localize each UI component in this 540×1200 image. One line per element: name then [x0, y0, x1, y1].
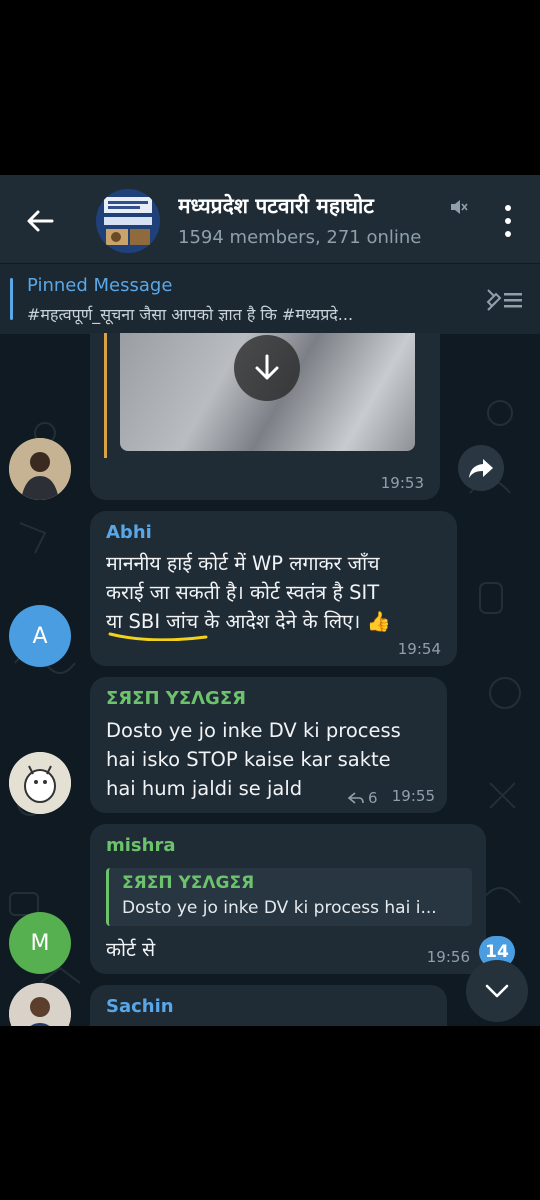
- message-line: माननीय हाई कोर्ट में WP लगाकर जाँच: [106, 552, 380, 575]
- pinned-message-bar[interactable]: Pinned Message #महत्वपूर्ण_सूचना जैसा आप…: [0, 263, 540, 334]
- quoted-text: Dosto ye jo inke DV ki process hai i...: [122, 898, 437, 918]
- reply-count[interactable]: 6: [348, 789, 378, 807]
- message-sender[interactable]: ΣЯΣП ΥΣΛGΣЯ: [106, 688, 246, 709]
- avatar-letter: M: [30, 930, 50, 956]
- avatar[interactable]: [9, 438, 71, 500]
- avatar[interactable]: A: [9, 605, 71, 667]
- message-line: कराई जा सकती है। कोर्ट स्वतंत्र है SIT: [106, 581, 380, 604]
- chat-member-count: 1594 members, 271 online: [178, 227, 422, 248]
- avatar-photo: [9, 438, 71, 500]
- avatar[interactable]: M: [9, 912, 71, 974]
- more-vertical-icon[interactable]: [494, 201, 522, 241]
- chat-header: मध्यप्रदेश पटवारी महाघोट 1594 members, 2…: [0, 175, 540, 263]
- chat-screen: मध्यप्रदेश पटवारी महाघोट 1594 members, 2…: [0, 175, 540, 1026]
- unread-count: 14: [485, 942, 509, 962]
- message-line: Dosto ye jo inke DV ki process: [106, 719, 401, 742]
- message-line: hai isko STOP kaise kar sakte: [106, 748, 391, 771]
- message-time: 19:56: [426, 948, 470, 966]
- message-text: कोर्ट से: [106, 938, 156, 961]
- avatar-letter: A: [32, 623, 48, 649]
- pinned-indicator: [10, 278, 13, 320]
- group-avatar-image: [96, 189, 160, 253]
- reply-icon: [348, 792, 364, 804]
- message-text: माननीय हाई कोर्ट में WP लगाकर जाँच कराई …: [106, 549, 391, 636]
- avatar-cartoon: [9, 752, 71, 814]
- yellow-underline-annotation: [108, 632, 208, 641]
- back-button[interactable]: [18, 199, 62, 243]
- pin-list-icon[interactable]: [484, 284, 526, 314]
- download-button[interactable]: [234, 335, 300, 401]
- reply-accent-bar: [104, 333, 107, 458]
- muted-speaker-icon: [451, 200, 468, 214]
- message-time: 19:53: [380, 474, 424, 492]
- quoted-reply[interactable]: ΣЯΣП ΥΣΛGΣЯ Dosto ye jo inke DV ki proce…: [106, 868, 472, 926]
- media-message-bubble[interactable]: 19:53: [90, 333, 440, 500]
- media-thumbnail[interactable]: [120, 333, 415, 451]
- message-bubble[interactable]: Abhi माननीय हाई कोर्ट में WP लगाकर जाँच …: [90, 511, 457, 666]
- pinned-title: Pinned Message: [27, 275, 173, 296]
- message-sender[interactable]: mishra: [106, 835, 175, 856]
- chat-title[interactable]: मध्यप्रदेश पटवारी महाघोट: [178, 192, 448, 220]
- chevron-down-icon: [485, 984, 509, 998]
- message-sender[interactable]: Abhi: [106, 522, 152, 543]
- group-avatar[interactable]: [96, 189, 160, 253]
- message-time: 19:54: [397, 640, 441, 658]
- avatar[interactable]: [9, 752, 71, 814]
- arrow-left-icon: [27, 210, 54, 232]
- pinned-text: #महत्वपूर्ण_सूचना जैसा आपको ज्ञात है कि …: [27, 305, 354, 324]
- message-bubble[interactable]: ΣЯΣП ΥΣΛGΣЯ Dosto ye jo inke DV ki proce…: [90, 677, 447, 813]
- message-time: 19:55: [391, 787, 435, 805]
- reply-count-value: 6: [368, 789, 378, 807]
- message-bubble[interactable]: mishra ΣЯΣП ΥΣΛGΣЯ Dosto ye jo inke DV k…: [90, 824, 486, 974]
- share-icon: [469, 459, 493, 478]
- share-button[interactable]: [458, 445, 504, 491]
- message-sender[interactable]: Sachin: [106, 996, 174, 1017]
- download-icon: [255, 354, 279, 380]
- message-bubble[interactable]: Sachin: [90, 985, 447, 1026]
- quoted-sender: ΣЯΣП ΥΣΛGΣЯ: [122, 873, 255, 893]
- scroll-down-button[interactable]: [466, 960, 528, 1022]
